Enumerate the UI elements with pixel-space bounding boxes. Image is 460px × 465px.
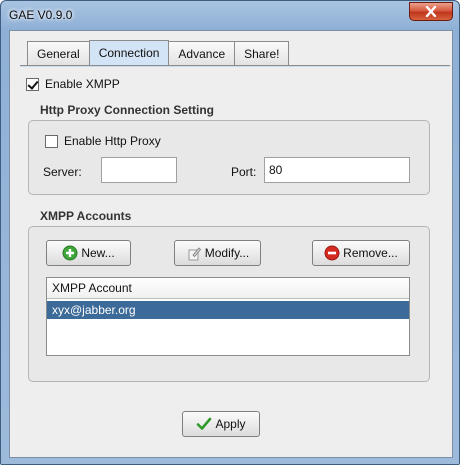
table-row[interactable]: xyx@jabber.org [47,301,409,319]
enable-xmpp-checkbox[interactable] [26,77,39,91]
close-window-button[interactable] [409,2,453,21]
enable-http-proxy-row[interactable]: Enable Http Proxy [45,134,161,148]
checkmark-icon [196,416,212,432]
tab-connection[interactable]: Connection [88,40,170,65]
dialog-content: General Connection Advance Share! Enable… [9,30,453,458]
tab-advance[interactable]: Advance [168,41,236,65]
proxy-group: Enable Http Proxy Server: Port: [28,120,430,195]
tab-share[interactable]: Share! [234,41,290,65]
modify-account-label: Modify... [204,246,250,260]
remove-account-button[interactable]: Remove... [312,240,410,266]
account-column-header[interactable]: XMPP Account [47,278,409,299]
port-label: Port: [231,165,257,179]
accounts-group: New... Modify... Remove... XMPP Account … [28,226,430,382]
enable-xmpp-label: Enable XMPP [45,77,120,91]
port-input[interactable] [264,157,410,183]
close-icon [425,6,437,17]
edit-icon [186,245,202,261]
new-account-label: New... [81,246,115,260]
apply-label: Apply [215,417,246,431]
remove-account-label: Remove... [343,246,398,260]
title-bar[interactable]: GAE V0.9.0 [1,1,459,29]
accounts-table[interactable]: XMPP Account xyx@jabber.org [46,277,410,356]
enable-http-proxy-checkbox[interactable] [45,134,58,148]
enable-http-proxy-label: Enable Http Proxy [64,134,161,148]
enable-xmpp-row[interactable]: Enable XMPP [26,77,120,91]
accounts-section-title: XMPP Accounts [40,209,132,223]
modify-account-button[interactable]: Modify... [174,240,261,266]
app-window: GAE V0.9.0 General Connection Advance Sh… [0,0,460,465]
tab-general[interactable]: General [27,41,90,65]
add-icon [62,245,78,261]
window-title: GAE V0.9.0 [9,8,73,22]
remove-icon [324,245,340,261]
new-account-button[interactable]: New... [46,240,131,266]
proxy-section-title: Http Proxy Connection Setting [40,103,214,117]
server-input[interactable] [101,157,177,183]
apply-button[interactable]: Apply [182,411,260,437]
server-label: Server: [43,165,82,179]
tab-bar: General Connection Advance Share! [27,40,290,66]
tab-divider [20,65,450,67]
